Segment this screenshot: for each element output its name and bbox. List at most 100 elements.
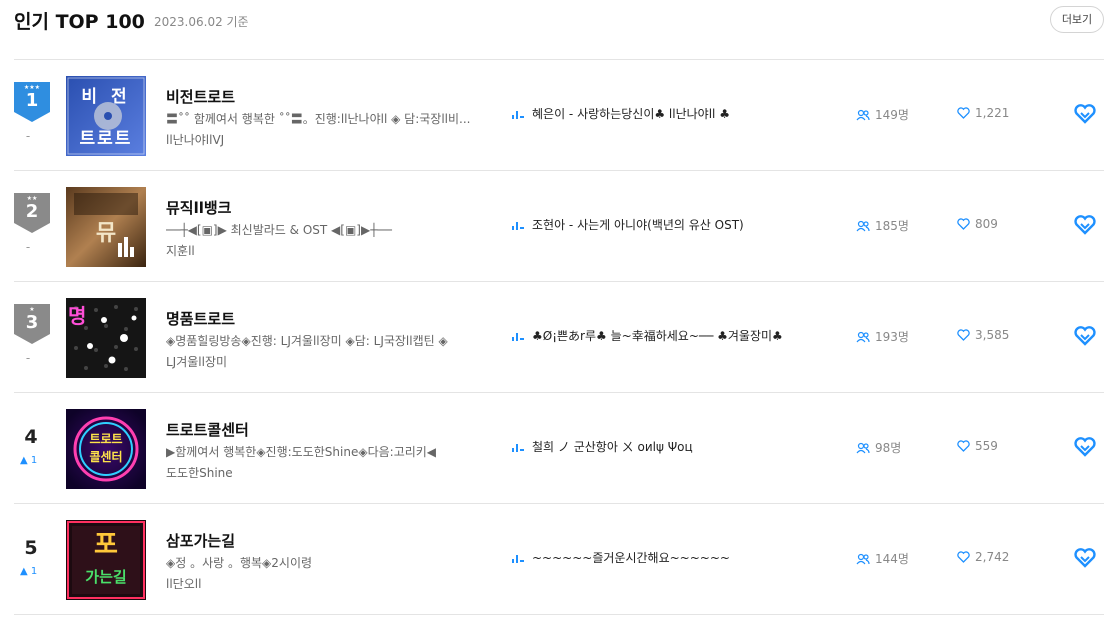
list-item[interactable]: 5 ▲ 1 포 가는길 삼포가는길 ◈정 。사랑 。행복◈2시이령 ll단오ll… xyxy=(14,504,1104,615)
like-count: 1,221 xyxy=(957,106,1009,120)
now-playing[interactable]: 조현아 - 사는게 아니야(백년의 유산 OST) xyxy=(512,216,744,233)
list-item[interactable]: ★ 3 - 명 명품트로트 ◈명품힐링방송◈진행: LJ겨울ll장미 ◈담: L xyxy=(14,282,1104,393)
now-playing[interactable]: 철희 ノ 군산항아 ㄨ оиlψ Ψоц xyxy=(512,438,693,455)
now-playing[interactable]: ♣Ø¡쁜あr루♣ 늘~幸福하세요~── ♣겨울장미♣ xyxy=(512,327,783,344)
listener-value: 98명 xyxy=(875,441,902,455)
song-title: ♣Ø¡쁜あr루♣ 늘~幸福하세요~── ♣겨울장미♣ xyxy=(532,329,783,343)
channel-description: ▶함께여서 행복한◈진행:도도한Shine◈다음:고리키◀ 도도한Shine xyxy=(166,442,496,484)
heart-outline-icon xyxy=(957,440,970,452)
list-item[interactable]: ★★ 2 - 뮤 뮤직ll뱅크 ──┼◀[▣]▶ 최신발라드 & OST ◀[▣… xyxy=(14,171,1104,282)
channel-name[interactable]: 명품트로트 xyxy=(166,308,235,329)
like-button-icon[interactable] xyxy=(1074,104,1096,124)
thumb-title-bottom: 트로트 xyxy=(79,129,133,149)
rank-up-indicator: ▲ 1 xyxy=(20,566,50,577)
page-title: 인기 TOP 100 xyxy=(14,11,145,33)
thumb-title-top: 비 전 xyxy=(81,87,131,107)
thumb-title-bottom: 콜센터 xyxy=(89,450,123,464)
description-line: ◈정 。사랑 。행복◈2시이령 xyxy=(166,556,313,570)
rank-change: - xyxy=(25,240,31,254)
channel-description: ◈정 。사랑 。행복◈2시이령 ll단오ll xyxy=(166,553,496,595)
ranking-list: ★★★ 1 - 비 전 트로트 비전트로트 〓˚˚ 함께여서 행복한 ˚˚〓。진… xyxy=(14,59,1104,615)
listener-count: 144명 xyxy=(856,550,909,567)
now-playing[interactable]: 혜은이 - 사랑하는당신이♣ ll난나야ll ♣ xyxy=(512,105,730,122)
date-label: 2023.06.02 기준 xyxy=(154,15,249,29)
rank-up-value: 1 xyxy=(30,566,38,577)
listener-value: 144명 xyxy=(875,552,909,566)
dj-name: LJ겨울ll장미 xyxy=(166,355,228,369)
rank-change: - xyxy=(25,351,31,365)
channel-name[interactable]: 삼포가는길 xyxy=(166,530,235,551)
now-playing[interactable]: ~~~~~~즐거운시간해요~~~~~~ xyxy=(512,549,730,566)
like-button-icon[interactable] xyxy=(1074,548,1096,568)
heart-outline-icon xyxy=(957,551,970,563)
like-button-icon[interactable] xyxy=(1074,215,1096,235)
heart-outline-icon xyxy=(957,107,970,119)
up-arrow-icon: ▲ xyxy=(20,566,31,577)
up-arrow-icon: ▲ xyxy=(20,455,31,466)
like-value: 559 xyxy=(975,439,998,453)
rank-number: 4 xyxy=(24,426,38,448)
heart-outline-icon xyxy=(957,329,970,341)
equalizer-icon xyxy=(512,444,524,452)
list-item[interactable]: 4 ▲ 1 트로트 콜센터 트로트콜센터 ▶함께여서 행복한◈진행:도도한Shi… xyxy=(14,393,1104,504)
like-button-icon[interactable] xyxy=(1074,326,1096,346)
like-value: 1,221 xyxy=(975,106,1010,120)
thumb-title-top: 뮤 xyxy=(95,221,117,246)
header: 인기 TOP 100 2023.06.02 기준 더보기 xyxy=(14,6,1104,36)
rank-change: - xyxy=(25,129,31,143)
people-icon xyxy=(856,331,870,343)
listener-count: 98명 xyxy=(856,439,901,456)
thumb-title-top: 포 xyxy=(94,530,118,560)
like-count: 559 xyxy=(957,439,998,453)
like-count: 2,742 xyxy=(957,550,1009,564)
channel-description: 〓˚˚ 함께여서 행복한 ˚˚〓。진행:ll난나야ll ◈ 담:국장ll비...… xyxy=(166,109,496,151)
heart-outline-icon xyxy=(957,218,970,230)
channel-thumbnail[interactable]: 뮤 xyxy=(66,187,146,267)
listener-count: 149명 xyxy=(856,106,909,123)
more-button[interactable]: 더보기 xyxy=(1050,6,1104,33)
dj-name: 도도한Shine xyxy=(166,466,233,480)
description-line: ◈명품힐링방송◈진행: LJ겨울ll장미 ◈담: LJ국장ll캡틴 ◈ xyxy=(166,334,448,348)
thumb-title-top: 명 xyxy=(68,304,87,328)
channel-name[interactable]: 뮤직ll뱅크 xyxy=(166,197,231,218)
equalizer-icon xyxy=(512,555,524,563)
like-value: 809 xyxy=(975,217,998,231)
people-icon xyxy=(856,442,870,454)
song-title: 조현아 - 사는게 아니야(백년의 유산 OST) xyxy=(532,218,744,232)
dj-name: ll단오ll xyxy=(166,577,202,591)
rank-up-indicator: ▲ 1 xyxy=(20,455,50,466)
channel-thumbnail[interactable]: 트로트 콜센터 xyxy=(66,409,146,489)
listener-value: 185명 xyxy=(875,219,909,233)
listener-count: 193명 xyxy=(856,328,909,345)
channel-thumbnail[interactable]: 포 가는길 xyxy=(66,520,146,600)
rank-number: 3 xyxy=(25,312,39,333)
list-item[interactable]: ★★★ 1 - 비 전 트로트 비전트로트 〓˚˚ 함께여서 행복한 ˚˚〓。진… xyxy=(14,60,1104,171)
song-title: 혜은이 - 사랑하는당신이♣ ll난나야ll ♣ xyxy=(532,107,730,121)
rank-number: 2 xyxy=(25,201,39,222)
description-line: ▶함께여서 행복한◈진행:도도한Shine◈다음:고리키◀ xyxy=(166,445,437,459)
channel-thumbnail[interactable]: 비 전 트로트 xyxy=(66,76,146,156)
song-title: 철희 ノ 군산항아 ㄨ оиlψ Ψоц xyxy=(532,440,693,454)
rank-badge-silver: ★★ 2 xyxy=(14,193,50,233)
thumb-title-top: 트로트 xyxy=(89,432,123,446)
equalizer-icon xyxy=(512,111,524,119)
people-icon xyxy=(856,109,870,121)
thumb-title-bottom: 가는길 xyxy=(85,568,127,586)
rank-up-value: 1 xyxy=(30,455,38,466)
channel-thumbnail[interactable]: 명 xyxy=(66,298,146,378)
dj-name: ll난나야llVJ xyxy=(166,133,225,147)
like-button-icon[interactable] xyxy=(1074,437,1096,457)
rank-number: 1 xyxy=(25,90,39,111)
dj-name: 지훈ll xyxy=(166,244,195,258)
rank-number: 5 xyxy=(24,537,38,559)
channel-name[interactable]: 트로트콜센터 xyxy=(166,419,249,440)
song-title: ~~~~~~즐거운시간해요~~~~~~ xyxy=(532,551,730,565)
equalizer-icon xyxy=(512,333,524,341)
description-line: ──┼◀[▣]▶ 최신발라드 & OST ◀[▣]▶┼── xyxy=(166,223,392,237)
like-value: 3,585 xyxy=(975,328,1010,342)
rank-badge-bronze: ★ 3 xyxy=(14,304,50,344)
like-count: 3,585 xyxy=(957,328,1009,342)
rank-badge-gold: ★★★ 1 xyxy=(14,82,50,122)
channel-name[interactable]: 비전트로트 xyxy=(166,86,235,107)
listener-value: 193명 xyxy=(875,330,909,344)
